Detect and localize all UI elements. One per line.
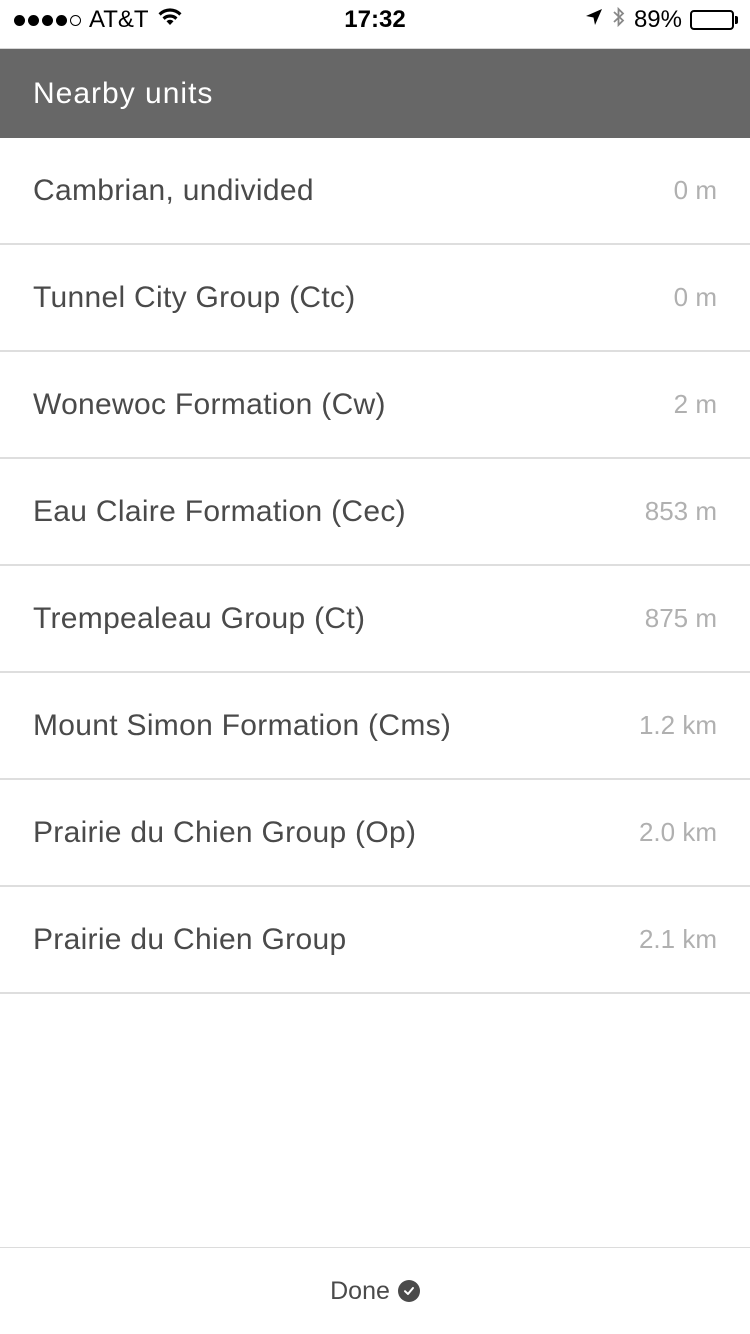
list-item[interactable]: Cambrian, undivided 0 m <box>0 138 750 245</box>
check-circle-icon <box>397 1280 420 1302</box>
unit-name: Mount Simon Formation (Cms) <box>33 708 452 742</box>
unit-distance: 875 m <box>644 603 717 633</box>
unit-distance: 0 m <box>673 282 717 312</box>
nearby-units-list: Cambrian, undivided 0 m Tunnel City Grou… <box>0 138 750 994</box>
done-label: Done <box>330 1276 390 1305</box>
battery-percent: 89% <box>633 6 682 33</box>
screen: AT&T 17:32 89% Nearby units Cambrian, un… <box>0 0 750 1334</box>
list-item[interactable]: Mount Simon Formation (Cms) 1.2 km <box>0 673 750 780</box>
list-item[interactable]: Prairie du Chien Group (Op) 2.0 km <box>0 780 750 887</box>
page-title: Nearby units <box>33 76 214 110</box>
unit-name: Cambrian, undivided <box>33 173 314 207</box>
signal-strength-icon <box>14 14 81 26</box>
unit-name: Prairie du Chien Group <box>33 922 347 956</box>
unit-distance: 853 m <box>644 496 717 526</box>
unit-name: Eau Claire Formation (Cec) <box>33 494 406 528</box>
unit-distance: 2.0 km <box>638 817 717 847</box>
wifi-icon <box>157 6 183 34</box>
list-item[interactable]: Tunnel City Group (Ctc) 0 m <box>0 245 750 352</box>
unit-name: Tunnel City Group (Ctc) <box>33 280 356 314</box>
list-item[interactable]: Trempealeau Group (Ct) 875 m <box>0 566 750 673</box>
unit-name: Wonewoc Formation (Cw) <box>33 387 386 421</box>
status-bar: AT&T 17:32 89% <box>0 0 750 40</box>
unit-distance: 2.1 km <box>638 924 717 954</box>
status-left: AT&T <box>14 6 183 34</box>
list-item[interactable]: Prairie du Chien Group 2.1 km <box>0 887 750 994</box>
bluetooth-icon <box>612 5 626 36</box>
list-item[interactable]: Eau Claire Formation (Cec) 853 m <box>0 459 750 566</box>
unit-distance: 0 m <box>673 175 717 205</box>
unit-distance: 2 m <box>673 389 717 419</box>
done-button[interactable]: Done <box>330 1277 420 1306</box>
list-item[interactable]: Wonewoc Formation (Cw) 2 m <box>0 352 750 459</box>
status-right: 89% <box>584 5 738 36</box>
unit-name: Trempealeau Group (Ct) <box>33 601 366 635</box>
footer-bar: Done <box>0 1247 750 1334</box>
nav-header: Nearby units <box>0 49 750 138</box>
battery-icon <box>690 10 738 30</box>
unit-distance: 1.2 km <box>638 710 717 740</box>
unit-name: Prairie du Chien Group (Op) <box>33 815 417 849</box>
carrier-label: AT&T <box>89 6 149 33</box>
location-arrow-icon <box>584 6 604 34</box>
